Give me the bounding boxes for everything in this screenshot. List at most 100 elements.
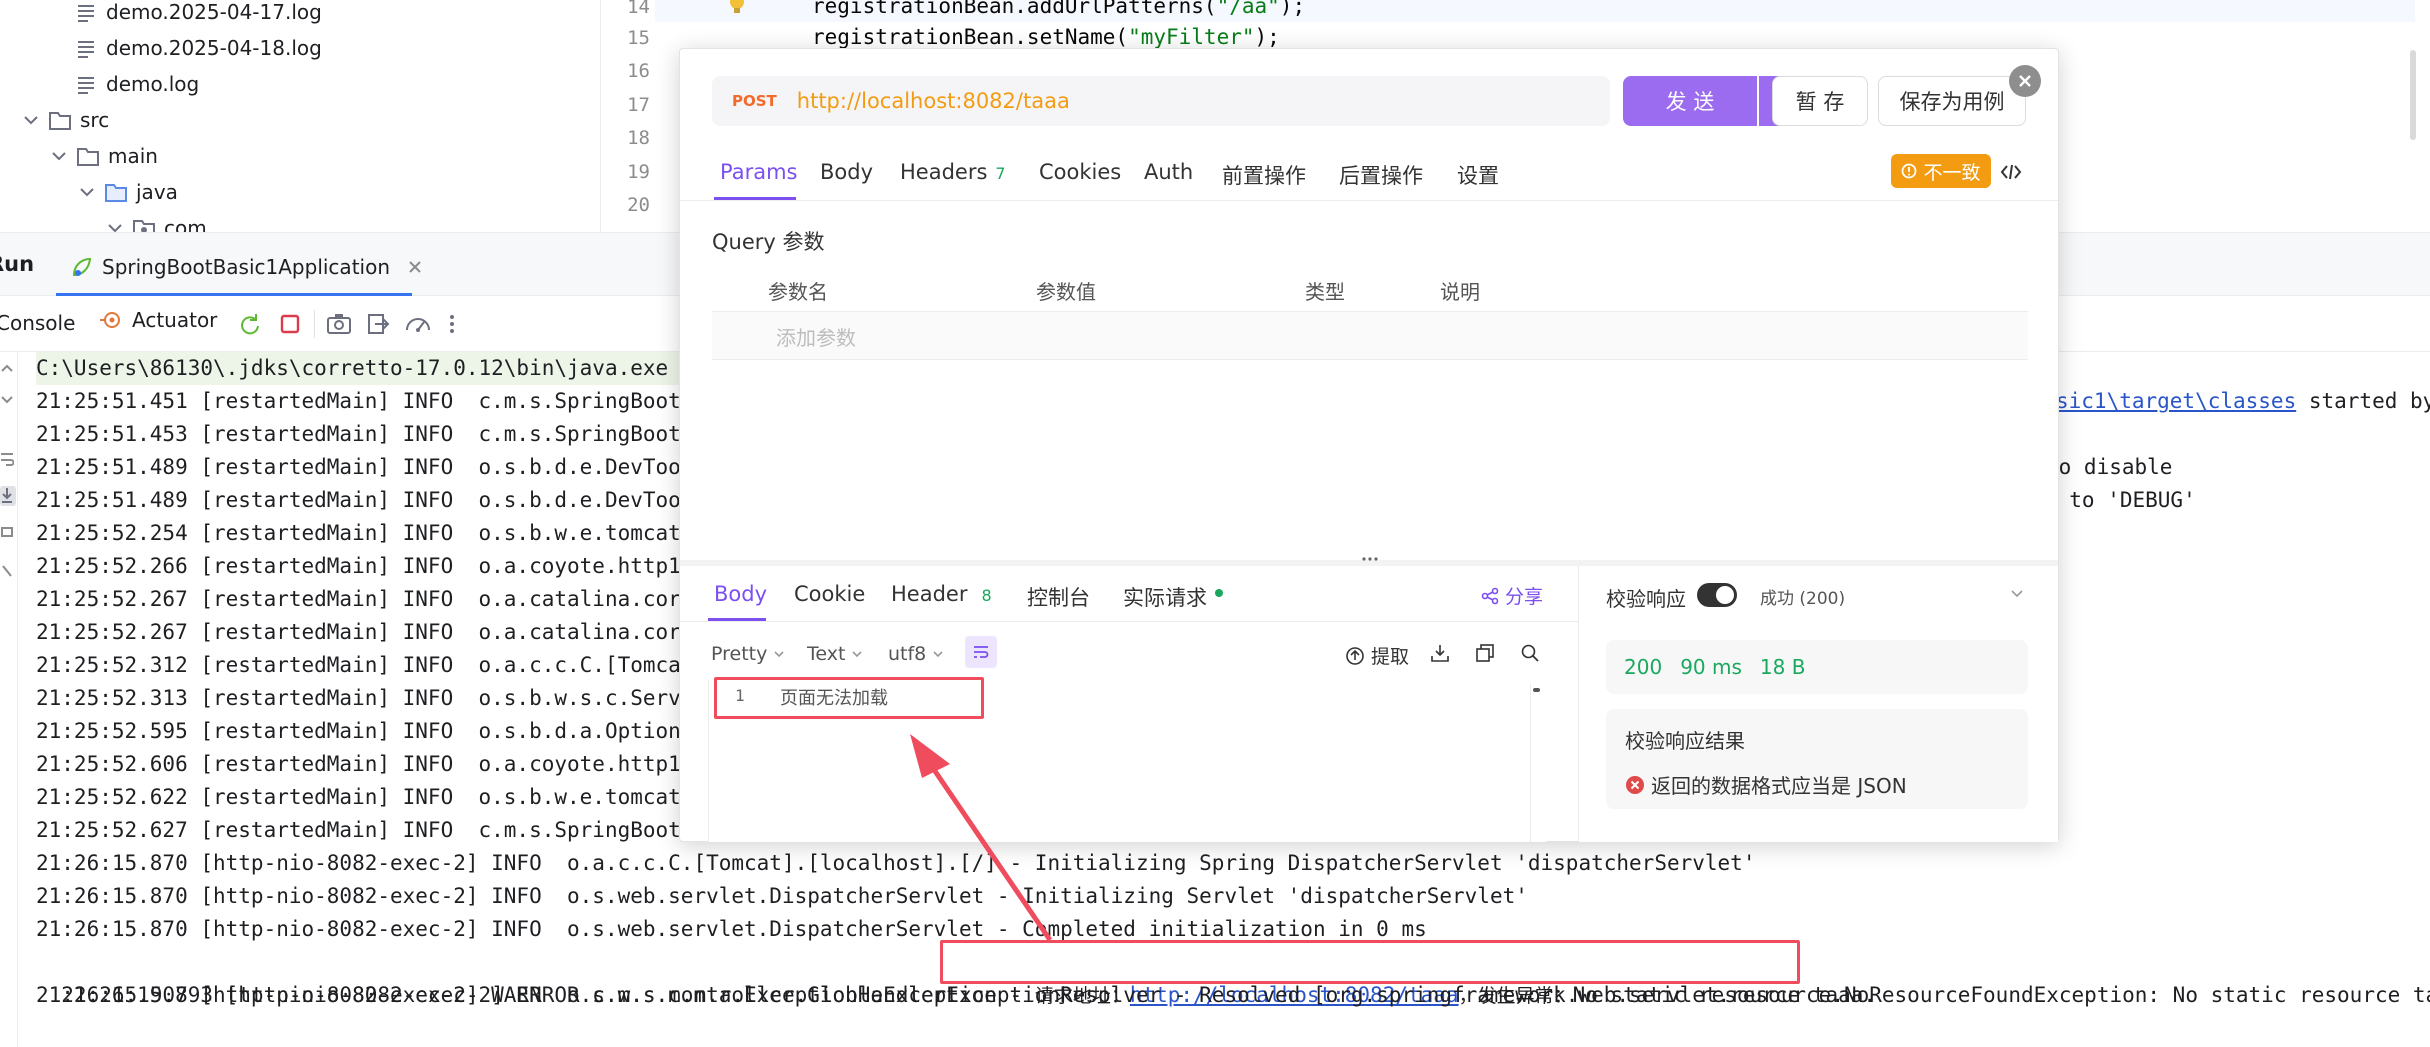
tab-response-cookie[interactable]: Cookie [794, 582, 865, 606]
chevron-down-icon[interactable] [22, 111, 44, 129]
tree-item[interactable]: demo.2025-04-17.log [74, 0, 322, 30]
headers-count: 7 [995, 164, 1006, 183]
line-number: 16 [627, 60, 650, 82]
drag-handle-icon[interactable] [1360, 555, 1380, 563]
tree-item[interactable]: src [22, 102, 109, 138]
tab-body[interactable]: Body [820, 160, 873, 184]
scroll-to-end-icon[interactable] [0, 486, 16, 506]
scroll-up-icon[interactable] [0, 362, 16, 382]
code-view-icon[interactable] [2000, 162, 2022, 182]
line-number: 20 [627, 194, 650, 216]
annotation-box [940, 940, 1800, 984]
add-param-input[interactable]: 添加参数 [776, 322, 856, 351]
code-line: registrationBean.addUrlPatterns("/aa"); [812, 0, 1306, 18]
save-as-case-label: 保存为用例 [1899, 90, 2005, 114]
extract-icon [1345, 646, 1365, 666]
chevron-down-icon[interactable] [2010, 587, 2024, 601]
editor-scrollbar[interactable] [2410, 50, 2416, 140]
tab-auth[interactable]: Auth [1144, 160, 1193, 184]
tree-item[interactable]: demo.2025-04-18.log [74, 30, 322, 66]
console-line: 21:25:52.267 [restartedMain] INFO o.a.ca… [36, 620, 719, 644]
response-editor-scrollbar[interactable] [1530, 684, 1542, 842]
tree-item-label: java [136, 180, 178, 204]
tab-response-console[interactable]: 控制台 [1027, 582, 1090, 612]
method-badge[interactable]: POST [732, 92, 777, 110]
url-input[interactable]: http://localhost:8082/taaa [797, 89, 1070, 113]
camera-icon[interactable] [326, 312, 352, 336]
send-button[interactable]: 发 送 [1623, 76, 1757, 126]
share-icon [1481, 587, 1499, 605]
print-icon[interactable] [0, 522, 16, 542]
close-icon[interactable] [408, 260, 422, 274]
console-line: 21:25:52.627 [restartedMain] INFO c.m.s.… [36, 818, 719, 842]
validate-toggle-knob [1716, 586, 1734, 604]
run-config-label: SpringBootBasic1Application [102, 254, 390, 279]
chevron-down-icon[interactable] [78, 183, 100, 201]
gauge-icon[interactable] [404, 312, 432, 336]
project-tree: demo.2025-04-17.log demo.2025-04-18.log … [0, 0, 600, 232]
column-header: 参数名 [768, 280, 828, 304]
more-icon[interactable] [448, 312, 456, 336]
header-count: 8 [981, 586, 992, 605]
chevron-down-icon[interactable] [50, 147, 72, 165]
tree-item[interactable]: com [106, 210, 207, 232]
send-label: 发 送 [1665, 90, 1715, 114]
console-link[interactable]: sic1\target\classes [2056, 389, 2296, 413]
tab-actual-request[interactable]: 实际请求 [1123, 582, 1223, 612]
validate-toggle[interactable] [1697, 583, 1737, 607]
console-line: 21:25:51.489 [restartedMain] INFO o.s.b.… [36, 488, 719, 512]
download-icon[interactable] [1430, 643, 1450, 663]
tab-pre-operations[interactable]: 前置操作 [1222, 160, 1306, 190]
file-icon [74, 36, 98, 60]
status-select[interactable]: 成功 (200) [1760, 584, 1845, 609]
console-line: 21:25:51.453 [restartedMain] INFO c.m.s.… [36, 422, 719, 446]
rerun-icon[interactable] [238, 312, 262, 336]
url-bar[interactable]: POST http://localhost:8082/taaa [712, 76, 1610, 126]
lightbulb-icon[interactable] [727, 0, 747, 16]
console-line-fragment: to disable [2046, 455, 2173, 479]
file-icon [74, 0, 98, 24]
actuator-tab[interactable]: Actuator [100, 308, 217, 332]
tree-item[interactable]: main [50, 138, 158, 174]
soft-wrap-icon[interactable] [0, 450, 16, 470]
tab-response-header[interactable]: Header 8 [891, 582, 992, 606]
folder-icon [48, 108, 72, 132]
console-tab[interactable]: Console [0, 311, 75, 335]
encoding-select[interactable]: utf8 [888, 643, 944, 665]
toolbar-divider [314, 310, 315, 338]
stop-icon[interactable] [278, 312, 302, 336]
exit-icon[interactable] [366, 312, 390, 336]
run-config-tab[interactable]: SpringBootBasic1Application [56, 240, 421, 296]
tab-headers[interactable]: Headers 7 [900, 160, 1006, 184]
tab-settings[interactable]: 设置 [1457, 160, 1499, 190]
extract-button[interactable]: 提取 [1345, 642, 1409, 669]
search-icon[interactable] [1520, 643, 1540, 663]
temp-save-label: 暂 存 [1795, 90, 1845, 114]
tree-item[interactable]: demo.log [74, 66, 199, 102]
share-button[interactable]: 分享 [1481, 582, 1543, 609]
close-dialog-button[interactable] [2009, 65, 2041, 97]
type-select[interactable]: Text [807, 643, 863, 665]
copy-icon[interactable] [1475, 643, 1495, 663]
console-line: 21:26:15.870 [http-nio-8082-exec-2] INFO… [36, 851, 1756, 875]
tree-item-label: demo.2025-04-17.log [106, 0, 322, 24]
scroll-down-icon[interactable] [0, 392, 16, 412]
chevron-down-icon [851, 648, 863, 660]
tab-response-body[interactable]: Body [714, 582, 767, 606]
format-select[interactable]: Pretty [711, 643, 785, 665]
tab-params[interactable]: Params [720, 160, 798, 184]
console-line: 21:25:52.266 [restartedMain] INFO o.a.co… [36, 554, 707, 578]
temp-save-button[interactable]: 暂 存 [1772, 76, 1868, 126]
tab-cookies[interactable]: Cookies [1039, 160, 1121, 184]
console-line: 21:25:52.267 [restartedMain] INFO o.a.ca… [36, 587, 719, 611]
chevron-down-icon[interactable] [106, 219, 128, 232]
clear-icon[interactable] [0, 562, 16, 582]
tab-post-operations[interactable]: 后置操作 [1339, 160, 1423, 190]
column-header: 类型 [1305, 280, 1345, 304]
mismatch-badge[interactable]: 不一致 [1891, 154, 1991, 188]
wrap-toggle[interactable] [965, 636, 997, 668]
chevron-down-icon [773, 648, 785, 660]
warning-icon [1901, 163, 1917, 179]
save-as-case-button[interactable]: 保存为用例 [1878, 76, 2026, 126]
tree-item[interactable]: java [78, 174, 178, 210]
